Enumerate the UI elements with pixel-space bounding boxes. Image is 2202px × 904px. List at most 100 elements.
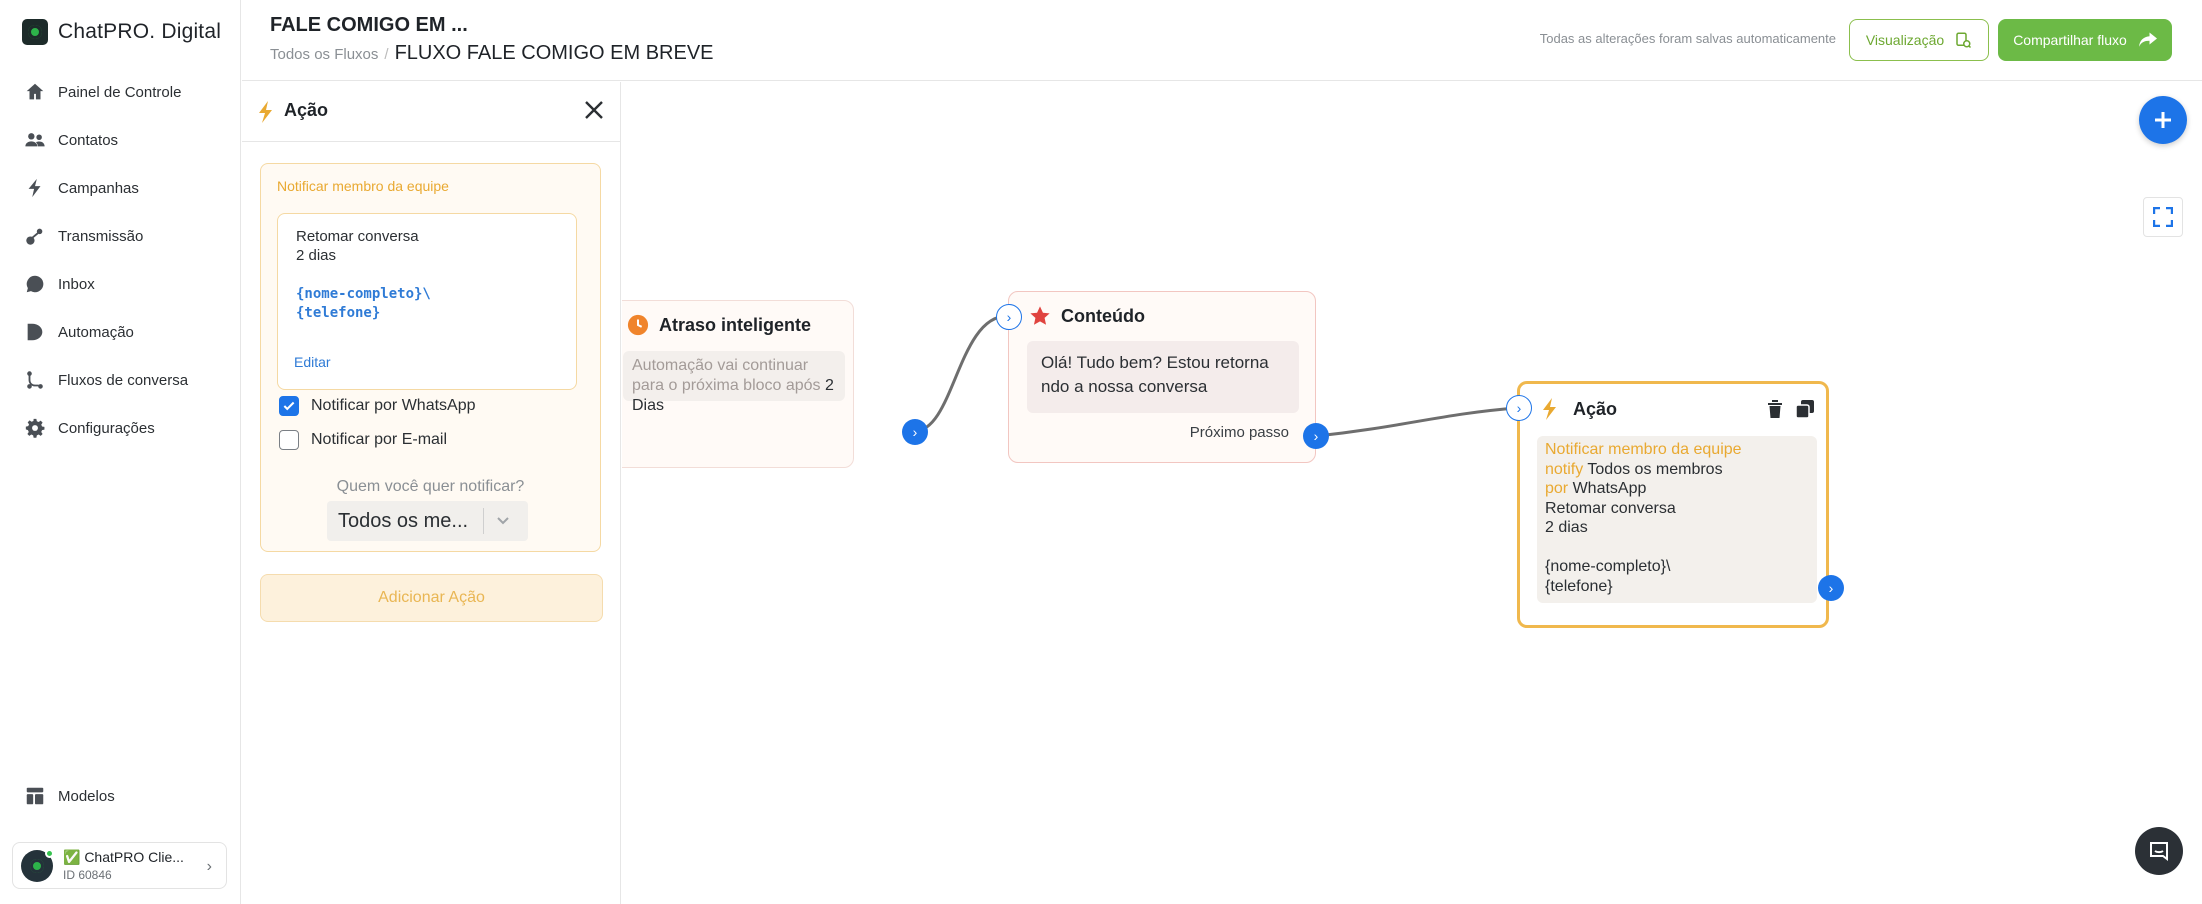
action-line: Retomar conversa — [1545, 499, 1676, 517]
action-variable: {nome-completo}\ — [1545, 558, 1671, 575]
node-smart-delay[interactable]: Atraso inteligente Automação vai continu… — [622, 300, 854, 468]
account-id: ID 60846 — [63, 867, 112, 882]
clock-icon — [627, 314, 649, 336]
content-input-port[interactable]: › — [996, 304, 1022, 330]
bolt-icon — [259, 101, 272, 123]
account-switcher[interactable]: ✅ ChatPRO Clie... ID 60846 › — [12, 842, 227, 889]
broadcast-icon — [26, 228, 43, 245]
templates-icon — [26, 787, 44, 805]
share-flow-button[interactable]: Compartilhar fluxo — [1998, 19, 2172, 61]
sidebar-item-contatos[interactable]: Contatos — [24, 129, 118, 151]
sidebar-item-label: Modelos — [58, 787, 115, 805]
chevron-down-icon — [497, 517, 509, 525]
sidebar-item-automacao[interactable]: Automação — [24, 321, 134, 343]
message-preview: Retomar conversa 2 dias {nome-completo}\… — [277, 213, 577, 390]
sidebar-item-painel[interactable]: Painel de Controle — [24, 81, 181, 103]
bolt-icon — [1543, 398, 1556, 420]
email-option[interactable]: Notificar por E-mail — [279, 430, 447, 450]
sidebar-item-modelos[interactable]: Modelos — [24, 785, 115, 807]
home-icon — [26, 83, 44, 100]
delay-output-port[interactable]: › — [902, 419, 928, 445]
notify-team-card: Notificar membro da equipe Retomar conve… — [260, 163, 601, 552]
sidebar-item-fluxos[interactable]: Fluxos de conversa — [24, 369, 188, 391]
node-body: Automação vai continuar para o próxima b… — [623, 351, 845, 414]
share-arrow-icon — [2138, 32, 2157, 47]
avatar — [21, 848, 54, 882]
message-line: Retomar conversa — [296, 228, 419, 245]
select-divider — [483, 508, 484, 534]
autosave-status: Todas as alterações foram salvas automat… — [1539, 31, 1836, 46]
action-card-label: Notificar membro da equipe — [1545, 441, 1742, 458]
fit-view-button[interactable] — [2143, 197, 2183, 237]
add-action-button[interactable]: Adicionar Ação — [260, 574, 603, 622]
sidebar-item-campanhas[interactable]: Campanhas — [24, 177, 139, 199]
support-chat-button[interactable] — [2135, 827, 2183, 875]
panel-header: Ação — [242, 82, 620, 142]
message-line: 2 dias — [296, 247, 337, 264]
add-node-button[interactable] — [2139, 96, 2187, 144]
edit-message-link[interactable]: Editar — [294, 354, 331, 370]
node-content[interactable]: Conteúdo Olá! Tudo bem? Estou retorna nd… — [1008, 291, 1316, 463]
chevron-right-icon: › — [206, 858, 212, 875]
brand-logo-icon — [22, 19, 48, 45]
action-output-port[interactable]: › — [1818, 575, 1844, 601]
checkmark-icon — [283, 401, 295, 411]
notify-team-label: Notificar membro da equipe — [277, 178, 449, 194]
sidebar-item-configuracoes[interactable]: Configurações — [24, 417, 155, 439]
edge-content-to-action — [1316, 406, 1517, 438]
notify-target: Todos os membros — [1587, 460, 1723, 478]
recipient-select[interactable]: Todos os me... — [327, 501, 528, 541]
edge-delay-to-content — [914, 314, 1008, 433]
star-icon — [1030, 306, 1050, 325]
play-icon — [27, 323, 43, 341]
flow-edges — [914, 314, 1517, 438]
action-variable: {telefone} — [1545, 577, 1613, 595]
whatsapp-option[interactable]: Notificar por WhatsApp — [279, 396, 476, 416]
panel-title: Ação — [284, 100, 329, 120]
duplicate-icon[interactable] — [1795, 399, 1815, 419]
email-checkbox[interactable] — [279, 430, 299, 450]
sidebar-item-transmissao[interactable]: Transmissão — [24, 225, 143, 247]
sidebar-item-label: Contatos — [58, 131, 119, 149]
message-variable: {telefone} — [296, 305, 381, 321]
sidebar-item-label: Inbox — [58, 275, 95, 293]
content-output-port[interactable]: › — [1303, 423, 1329, 449]
sidebar: ChatPRO. Digital Painel de Controle Cont… — [0, 0, 241, 904]
account-name: ✅ ChatPRO Clie... — [63, 848, 184, 865]
flow-canvas[interactable]: Atraso inteligente Automação vai continu… — [622, 82, 2202, 904]
breadcrumb-current: FLUXO FALE COMIGO EM BREVE — [394, 42, 714, 64]
delay-description: Automação vai continuar para o próxima b… — [632, 357, 821, 394]
action-line: 2 dias — [1545, 519, 1588, 536]
next-step-label: Próximo passo — [1189, 424, 1289, 441]
sidebar-item-label: Transmissão — [58, 227, 144, 245]
chat-icon — [2150, 842, 2168, 861]
whatsapp-option-label: Notificar por WhatsApp — [311, 397, 476, 414]
sidebar-item-label: Campanhas — [58, 179, 139, 197]
preview-icon — [1956, 32, 1972, 49]
brand-name: ChatPRO. Digital — [58, 20, 222, 43]
brand[interactable]: ChatPRO. Digital — [22, 19, 221, 45]
gear-icon — [25, 418, 45, 438]
node-title: Atraso inteligente — [659, 315, 812, 335]
sidebar-item-label: Configurações — [58, 419, 155, 437]
trash-icon[interactable] — [1767, 399, 1783, 419]
node-title: Ação — [1573, 399, 1618, 419]
preview-button[interactable]: Visualização — [1849, 19, 1989, 61]
action-panel: Ação Notificar membro da equipe Retomar … — [242, 82, 621, 904]
sidebar-item-inbox[interactable]: Inbox — [24, 273, 95, 295]
share-button-label: Compartilhar fluxo — [2013, 32, 2127, 48]
whatsapp-checkbox[interactable] — [279, 396, 299, 416]
notify-channel: WhatsApp — [1572, 480, 1647, 497]
breadcrumb: Todos os Fluxos / FLUXO FALE COMIGO EM B… — [270, 42, 714, 65]
action-input-port[interactable]: › — [1506, 395, 1532, 421]
page-title: FALE COMIGO EM ... — [270, 14, 468, 36]
notify-word: notify — [1545, 460, 1584, 478]
recipient-label: Quem você quer notificar? — [336, 478, 525, 495]
preview-button-label: Visualização — [1865, 32, 1945, 48]
breadcrumb-root-link[interactable]: Todos os Fluxos — [270, 46, 378, 63]
bolt-icon — [28, 178, 41, 198]
close-icon[interactable] — [582, 98, 606, 122]
action-summary: Notificar membro da equipe notify Todos … — [1537, 436, 1817, 603]
online-status-dot — [45, 848, 54, 858]
node-action[interactable]: Ação Notificar membro da equipe notify T… — [1517, 381, 1829, 628]
